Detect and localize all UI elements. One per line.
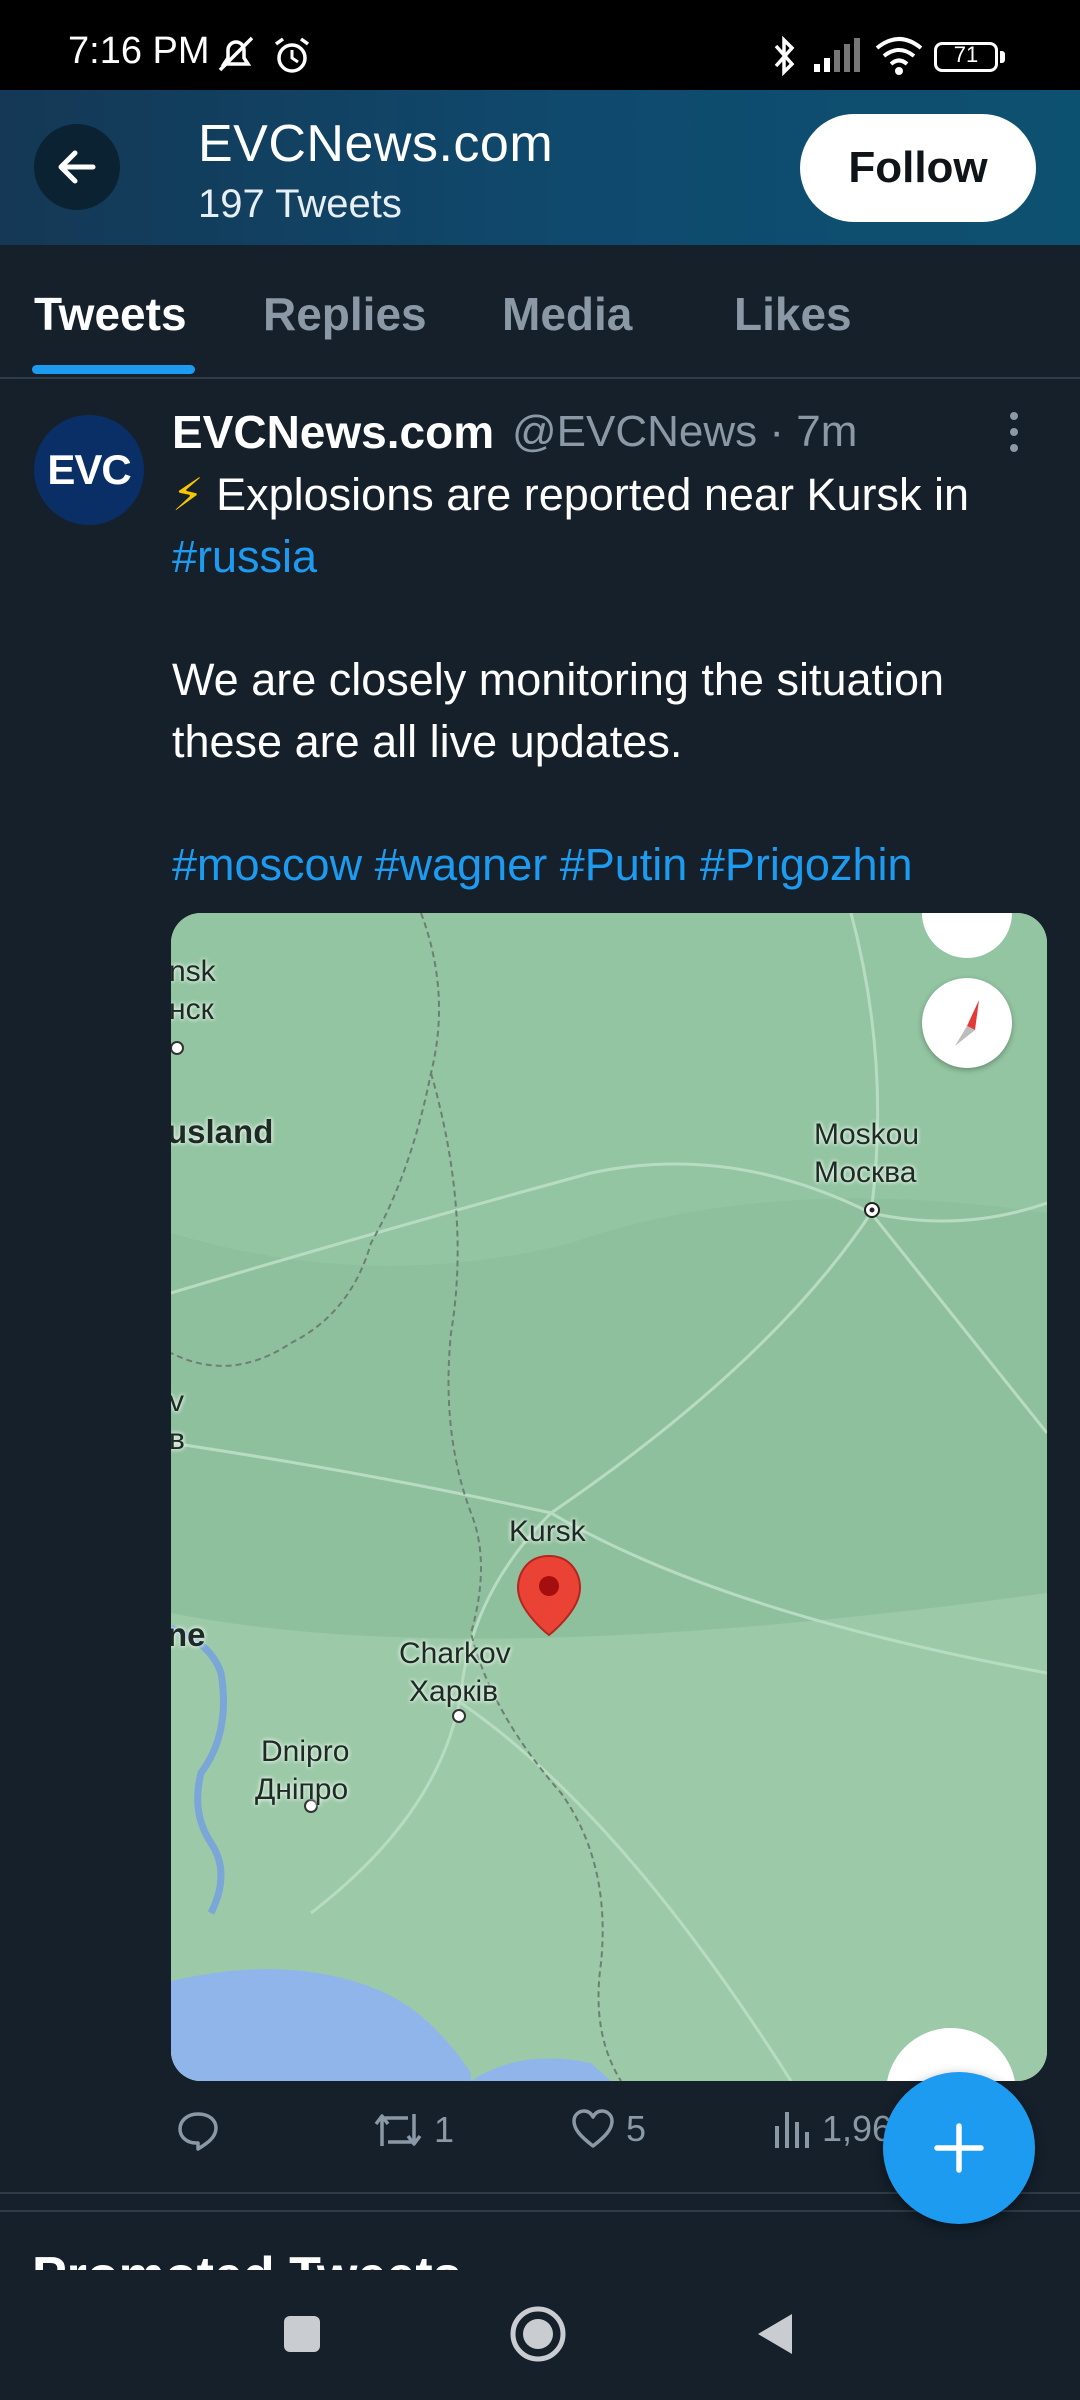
tab-tweets[interactable]: Tweets: [34, 287, 187, 341]
map-label-v: v: [171, 1385, 184, 1418]
alarm-icon: [274, 37, 310, 73]
avatar[interactable]: EVC: [34, 415, 144, 525]
map-label-ne: ne: [171, 1616, 206, 1653]
hashtag-prigozhin[interactable]: #Prigozhin: [700, 839, 913, 890]
map-label-moskva: Москва: [814, 1156, 917, 1189]
heart-icon: [572, 2109, 614, 2148]
battery-indicator: 71: [934, 42, 998, 72]
tab-media[interactable]: Media: [502, 287, 632, 341]
back-button[interactable]: [34, 124, 120, 210]
compass-button[interactable]: [922, 978, 1012, 1068]
tab-likes[interactable]: Likes: [734, 287, 852, 341]
status-time: 7:16 PM: [68, 30, 210, 72]
tweet-map-image[interactable]: nsk нск usland Moskou Москва v в Kursk n…: [171, 913, 1047, 2081]
views-button[interactable]: 1,96: [772, 2108, 892, 2150]
map-label-kursk: Kursk: [509, 1515, 586, 1548]
bluetooth-icon: [774, 36, 795, 76]
map-label-v-cyr: в: [171, 1423, 185, 1456]
like-count: 5: [626, 2108, 647, 2149]
map-label-nsk: nsk: [171, 955, 216, 988]
reply-button[interactable]: [176, 2108, 230, 2152]
battery-level: 71: [953, 42, 979, 67]
tweet-handle-time: @EVCNews · 7m: [512, 407, 858, 456]
signal-icon: [814, 38, 860, 72]
profile-header: EVCNews.com 197 Tweets Follow: [0, 90, 1080, 245]
tab-replies[interactable]: Replies: [263, 287, 427, 341]
map-label-kharkiv: Харків: [409, 1675, 499, 1708]
home-button[interactable]: [510, 2306, 566, 2362]
back-nav-button[interactable]: [754, 2310, 796, 2358]
status-bar: 7:16 PM 71: [0, 0, 1080, 90]
map-label-charkov: Charkov: [399, 1637, 511, 1670]
tweet-text-line-3: We are closely monitoring the situation: [172, 654, 945, 705]
map-label-dnipro-cyr: Дніпро: [255, 1773, 349, 1806]
tweet-text-line-4: these are all live updates.: [172, 716, 683, 767]
tweet-count: 197 Tweets: [198, 182, 402, 226]
system-nav-bar: [0, 2270, 1080, 2400]
profile-title: EVCNews.com: [198, 115, 554, 173]
like-button[interactable]: 5: [570, 2108, 646, 2150]
retweet-icon: [374, 2114, 422, 2146]
lightning-emoji: ⚡: [172, 469, 204, 520]
profile-tabs: Tweets Replies Media Likes: [0, 245, 1080, 379]
reply-icon: [178, 2112, 218, 2151]
tweet-text: Explosions are reported near Kursk in: [203, 469, 970, 520]
compass-icon: [955, 1000, 979, 1046]
wifi-icon: [875, 37, 923, 75]
battery-tip: [1000, 51, 1005, 63]
tweet-text-line-1: ⚡ Explosions are reported near Kursk in: [172, 465, 969, 525]
hashtag-row: #moscow #wagner #Putin #Prigozhin: [172, 835, 913, 895]
compose-tweet-button[interactable]: [883, 2072, 1035, 2224]
active-tab-indicator: [32, 365, 195, 374]
map-label-nsk-cyr: нск: [171, 993, 214, 1026]
mute-icon: [218, 36, 254, 72]
back-arrow-icon: [58, 150, 96, 184]
more-options-icon[interactable]: [1010, 412, 1018, 460]
map-label-usland: usland: [171, 1113, 274, 1150]
map-label-dnipro: Dnipro: [261, 1735, 350, 1768]
map-terrain: [171, 913, 1047, 2081]
hashtag-moscow[interactable]: #moscow: [172, 839, 362, 890]
views-chart-icon: [775, 2112, 809, 2148]
tweet-author-name[interactable]: EVCNews.com: [172, 405, 494, 459]
plus-icon: [934, 2123, 984, 2173]
map-label-moskou: Moskou: [814, 1118, 920, 1151]
retweet-count: 1: [434, 2109, 455, 2150]
section-heading: Promoted Tweets: [32, 2236, 462, 2270]
follow-button[interactable]: Follow: [800, 114, 1036, 222]
recents-button[interactable]: [282, 2314, 322, 2354]
retweet-button[interactable]: 1: [372, 2108, 454, 2152]
hashtag-wagner[interactable]: #wagner: [375, 839, 548, 890]
hashtag-russia[interactable]: #russia: [172, 527, 317, 587]
views-count: 1,96: [822, 2108, 893, 2149]
hashtag-putin[interactable]: #Putin: [560, 839, 688, 890]
